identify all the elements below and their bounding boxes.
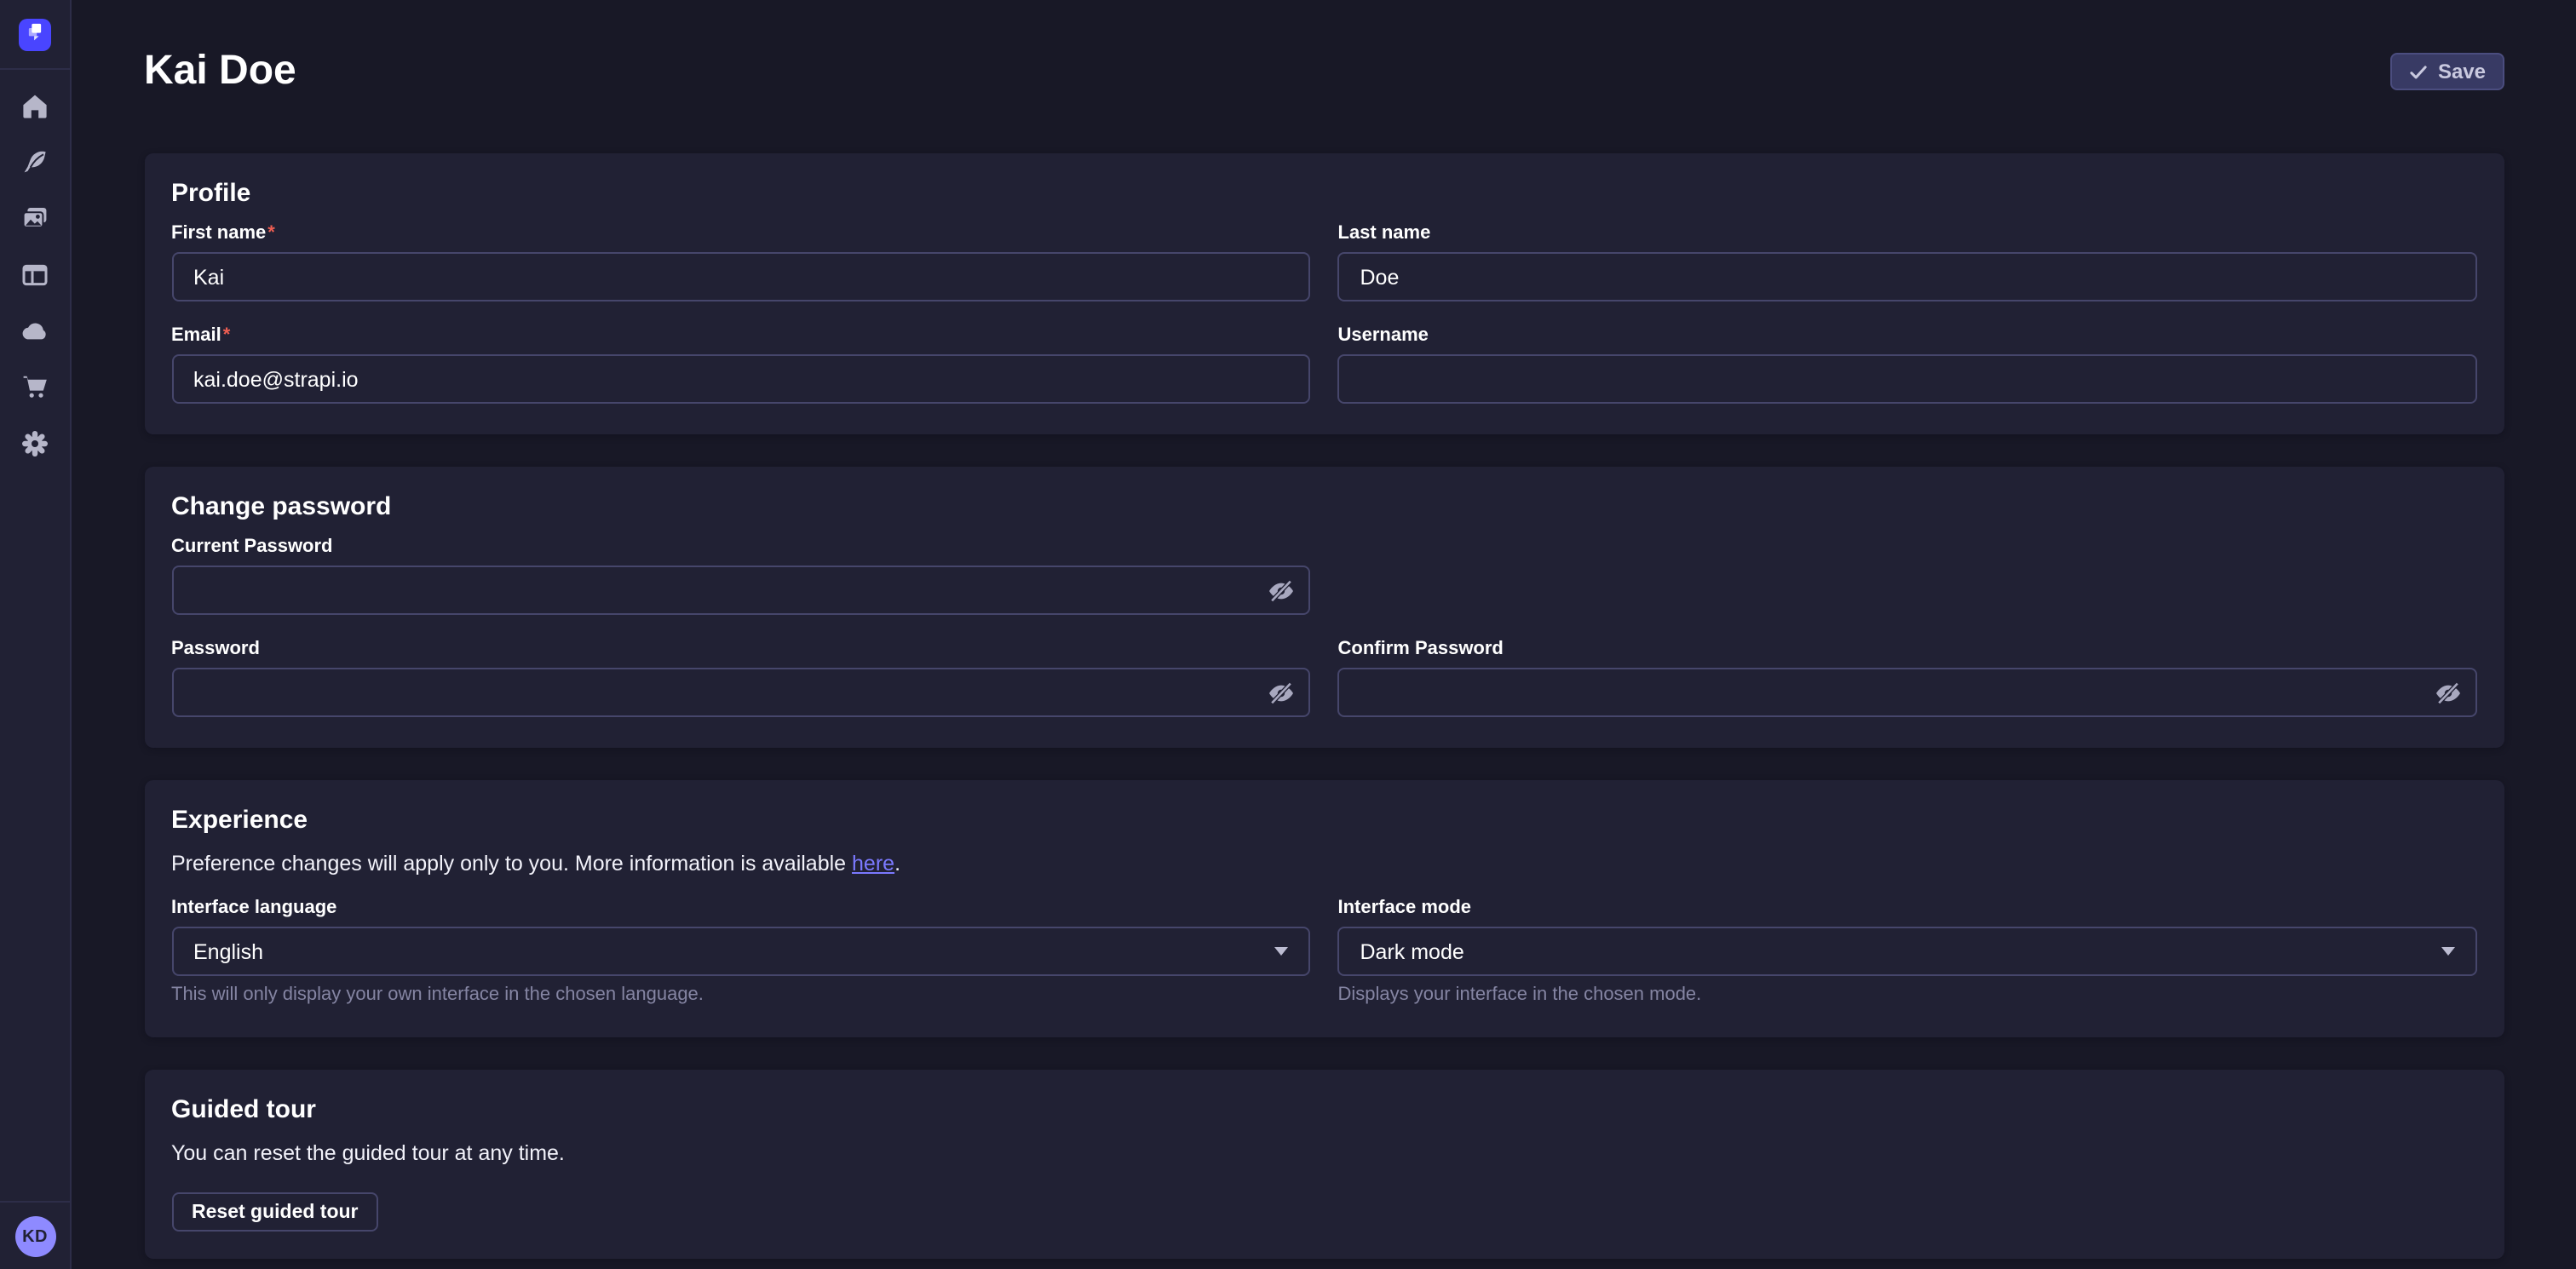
confirm-password-field-group: Confirm Password (1338, 639, 2478, 717)
sidebar-item-content-manager[interactable] (20, 152, 49, 181)
interface-language-value: English (193, 939, 263, 963)
username-field-group: Username (1338, 325, 2478, 404)
sidebar-footer: KD (0, 1201, 70, 1269)
cloud-icon (20, 316, 49, 353)
required-marker: * (223, 325, 231, 346)
last-name-field-group: Last name (1338, 223, 2478, 301)
save-button-label: Save (2438, 60, 2486, 83)
profile-grid: First name* Last name Email* Username (171, 223, 2477, 404)
sidebar-item-home[interactable] (20, 95, 49, 124)
experience-grid: Interface language English This will onl… (171, 898, 2477, 1007)
interface-mode-field-group: Interface mode Dark mode Displays your i… (1338, 898, 2478, 1007)
first-name-input[interactable] (171, 252, 1311, 301)
confirm-password-label: Confirm Password (1338, 639, 2478, 661)
eye-slash-icon (1268, 681, 1296, 703)
main-content: Kai Doe Save Profile First name* Last (72, 0, 2576, 1269)
interface-mode-select[interactable]: Dark mode (1338, 927, 2478, 976)
sidebar-item-media-library[interactable] (20, 208, 49, 237)
current-password-input-wrap (171, 566, 1311, 615)
interface-language-select[interactable]: English (171, 927, 1311, 976)
chevron-down-icon (1275, 947, 1289, 956)
email-label: Email* (171, 325, 1311, 347)
sidebar-header (0, 0, 70, 70)
chevron-down-icon (2441, 947, 2455, 956)
interface-language-hint: This will only display your own interfac… (171, 985, 1311, 1007)
sidebar-item-cloud[interactable] (20, 320, 49, 349)
feather-icon (20, 147, 49, 185)
eye-slash-icon (2435, 681, 2462, 703)
eye-slash-icon (1268, 579, 1296, 601)
sidebar-item-settings[interactable] (20, 433, 49, 462)
check-icon (2409, 64, 2428, 79)
required-marker: * (267, 223, 275, 244)
strapi-logo[interactable] (19, 18, 51, 50)
guided-tour-title: Guided tour (171, 1095, 2477, 1126)
new-password-input[interactable] (171, 668, 1311, 717)
app-window: KD Kai Doe Save Profile First name* (0, 0, 2576, 1269)
guided-tour-description: You can reset the guided tour at any tim… (171, 1140, 2477, 1167)
username-input[interactable] (1338, 354, 2478, 404)
first-name-label: First name* (171, 223, 1311, 245)
new-password-field-group: Password (171, 639, 1311, 717)
change-password-title: Change password (171, 492, 2477, 523)
new-password-label: Password (171, 639, 1311, 661)
last-name-input[interactable] (1338, 252, 2478, 301)
user-avatar[interactable]: KD (14, 1216, 55, 1257)
gear-icon (20, 428, 49, 466)
current-password-input[interactable] (171, 566, 1311, 615)
save-button[interactable]: Save (2390, 53, 2504, 90)
interface-language-field-group: Interface language English This will onl… (171, 898, 1311, 1007)
images-icon (20, 204, 49, 241)
last-name-label: Last name (1338, 223, 2478, 245)
sidebar-item-content-type-builder[interactable] (20, 264, 49, 293)
sidebar-item-marketplace[interactable] (20, 376, 49, 405)
current-password-field-group: Current Password (171, 537, 1311, 615)
email-field-group: Email* (171, 325, 1311, 404)
change-password-card: Change password Current Password (144, 467, 2504, 748)
profile-card-title: Profile (171, 179, 2477, 210)
password-grid: Current Password (171, 537, 2477, 717)
current-password-label: Current Password (171, 537, 1311, 559)
email-input[interactable] (171, 354, 1311, 404)
interface-mode-value: Dark mode (1360, 939, 1464, 963)
confirm-password-input-wrap (1338, 668, 2478, 717)
username-label: Username (1338, 325, 2478, 347)
grid-spacer (1338, 537, 2478, 615)
experience-card: Experience Preference changes will apply… (144, 780, 2504, 1037)
confirm-password-input[interactable] (1338, 668, 2478, 717)
interface-mode-label: Interface mode (1338, 898, 2478, 920)
sidebar: KD (0, 0, 72, 1269)
reset-guided-tour-button[interactable]: Reset guided tour (171, 1192, 379, 1232)
new-password-input-wrap (171, 668, 1311, 717)
layout-icon (20, 260, 49, 297)
avatar-initials: KD (22, 1227, 48, 1246)
strapi-logo-icon (24, 19, 46, 49)
cart-icon (20, 372, 49, 410)
interface-mode-hint: Displays your interface in the chosen mo… (1338, 985, 2478, 1007)
toggle-password-visibility-button[interactable] (1268, 681, 1296, 703)
more-information-link[interactable]: here (852, 852, 894, 876)
page-header: Kai Doe Save (144, 46, 2504, 97)
toggle-password-visibility-button[interactable] (2435, 681, 2462, 703)
interface-language-label: Interface language (171, 898, 1311, 920)
home-icon (20, 91, 49, 129)
first-name-field-group: First name* (171, 223, 1311, 301)
experience-description: Preference changes will apply only to yo… (171, 850, 2477, 877)
profile-card: Profile First name* Last name Email* Use… (144, 153, 2504, 434)
sidebar-nav (20, 70, 49, 462)
page-title: Kai Doe (144, 46, 296, 97)
toggle-password-visibility-button[interactable] (1268, 579, 1296, 601)
guided-tour-card: Guided tour You can reset the guided tou… (144, 1070, 2504, 1259)
experience-title: Experience (171, 806, 2477, 836)
